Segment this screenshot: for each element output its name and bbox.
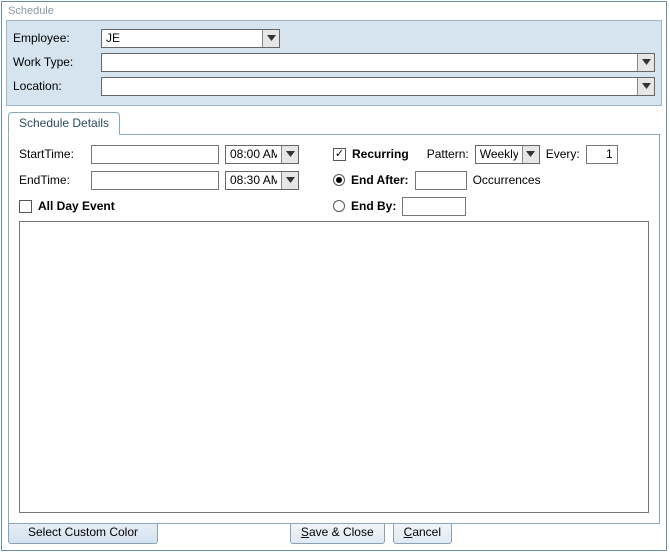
end-after-label: End After:: [351, 173, 409, 187]
worktype-input[interactable]: [102, 54, 637, 71]
allday-label: All Day Event: [38, 199, 115, 213]
allday-checkbox[interactable]: [19, 200, 32, 213]
starttime-time-input[interactable]: [226, 146, 281, 163]
tab-body: StartTime: EndTime:: [8, 134, 660, 524]
details-list-area[interactable]: [19, 221, 649, 513]
location-dropdown-button[interactable]: [637, 78, 654, 95]
chevron-down-icon: [286, 177, 295, 183]
end-by-label: End By:: [351, 199, 396, 213]
location-combo[interactable]: [101, 77, 655, 96]
chevron-down-icon: [267, 35, 276, 41]
starttime-label: StartTime:: [19, 147, 85, 161]
endtime-label: EndTime:: [19, 173, 85, 187]
tabs-area: Schedule Details StartTime: EndTime:: [8, 110, 660, 524]
location-label: Location:: [13, 79, 101, 93]
recurring-label: Recurring: [352, 147, 409, 161]
pattern-dropdown-button[interactable]: [522, 146, 539, 163]
endtime-time-input[interactable]: [226, 172, 281, 189]
pattern-label: Pattern:: [427, 147, 469, 161]
starttime-date-input[interactable]: [91, 145, 219, 164]
window-title: Schedule: [2, 2, 666, 18]
employee-dropdown-button[interactable]: [262, 30, 279, 47]
worktype-dropdown-button[interactable]: [637, 54, 654, 71]
location-input[interactable]: [102, 78, 637, 95]
end-by-input[interactable]: [402, 197, 466, 216]
tab-schedule-details[interactable]: Schedule Details: [8, 112, 120, 135]
employee-input[interactable]: [102, 30, 262, 47]
every-label: Every:: [546, 147, 580, 161]
chevron-down-icon: [642, 59, 651, 65]
schedule-window: Schedule Employee: Work Type: Location:: [1, 1, 667, 551]
endtime-time-dropdown[interactable]: [281, 172, 298, 189]
pattern-input[interactable]: [476, 146, 522, 163]
end-by-radio[interactable]: [333, 200, 345, 212]
occurrences-label: Occurrences: [473, 173, 541, 187]
endtime-date-input[interactable]: [91, 171, 219, 190]
pattern-combo[interactable]: [475, 145, 540, 164]
worktype-label: Work Type:: [13, 55, 101, 69]
recurring-checkbox[interactable]: [333, 148, 346, 161]
chevron-down-icon: [526, 151, 535, 157]
every-input[interactable]: [586, 145, 618, 164]
starttime-time-combo[interactable]: [225, 145, 299, 164]
header-panel: Employee: Work Type: Location:: [6, 20, 662, 106]
chevron-down-icon: [642, 83, 651, 89]
employee-combo[interactable]: [101, 29, 280, 48]
end-after-input[interactable]: [415, 171, 467, 190]
chevron-down-icon: [286, 151, 295, 157]
recurrence-column: Recurring Pattern: Every: End After:: [333, 143, 618, 221]
worktype-combo[interactable]: [101, 53, 655, 72]
employee-label: Employee:: [13, 31, 101, 45]
starttime-time-dropdown[interactable]: [281, 146, 298, 163]
end-after-radio[interactable]: [333, 174, 345, 186]
endtime-time-combo[interactable]: [225, 171, 299, 190]
